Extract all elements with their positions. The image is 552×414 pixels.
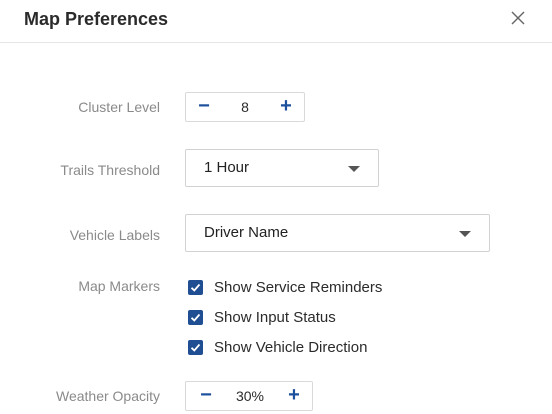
- show-vehicle-direction-label: Show Vehicle Direction: [214, 339, 368, 356]
- dialog-title: Map Preferences: [24, 9, 169, 29]
- trails-threshold-value: 1 Hour: [204, 159, 250, 176]
- show-service-reminders-label: Show Service Reminders: [214, 279, 383, 296]
- cluster-level-stepper: − 8 +: [185, 92, 305, 122]
- dialog-header: Map Preferences: [0, 0, 552, 43]
- map-markers-label: Map Markers: [78, 278, 160, 294]
- weather-opacity-increment-button[interactable]: +: [280, 382, 308, 410]
- checkbox-checked-icon[interactable]: [188, 340, 203, 355]
- weather-opacity-stepper: − 30% +: [185, 381, 313, 411]
- checkbox-checked-icon[interactable]: [188, 310, 203, 325]
- vehicle-labels-select[interactable]: Driver Name: [185, 214, 490, 252]
- show-input-status-label: Show Input Status: [214, 309, 336, 326]
- cluster-level-value[interactable]: 8: [220, 93, 270, 121]
- cluster-level-decrement-button[interactable]: −: [190, 93, 218, 121]
- cluster-level-label: Cluster Level: [78, 99, 160, 115]
- vehicle-labels-label: Vehicle Labels: [69, 227, 160, 243]
- map-preferences-dialog: Map Preferences Cluster Level − 8 + Trai…: [0, 0, 552, 414]
- weather-opacity-decrement-button[interactable]: −: [192, 382, 220, 410]
- weather-opacity-value[interactable]: 30%: [222, 382, 278, 410]
- checkbox-checked-icon[interactable]: [188, 280, 203, 295]
- vehicle-labels-value: Driver Name: [204, 224, 289, 241]
- cluster-level-increment-button[interactable]: +: [272, 93, 300, 121]
- chevron-down-icon: [459, 231, 471, 237]
- trails-threshold-select[interactable]: 1 Hour: [185, 149, 379, 187]
- chevron-down-icon: [348, 166, 360, 172]
- trails-threshold-label: Trails Threshold: [60, 162, 160, 178]
- close-icon[interactable]: [508, 8, 528, 28]
- weather-opacity-label: Weather Opacity: [55, 388, 160, 404]
